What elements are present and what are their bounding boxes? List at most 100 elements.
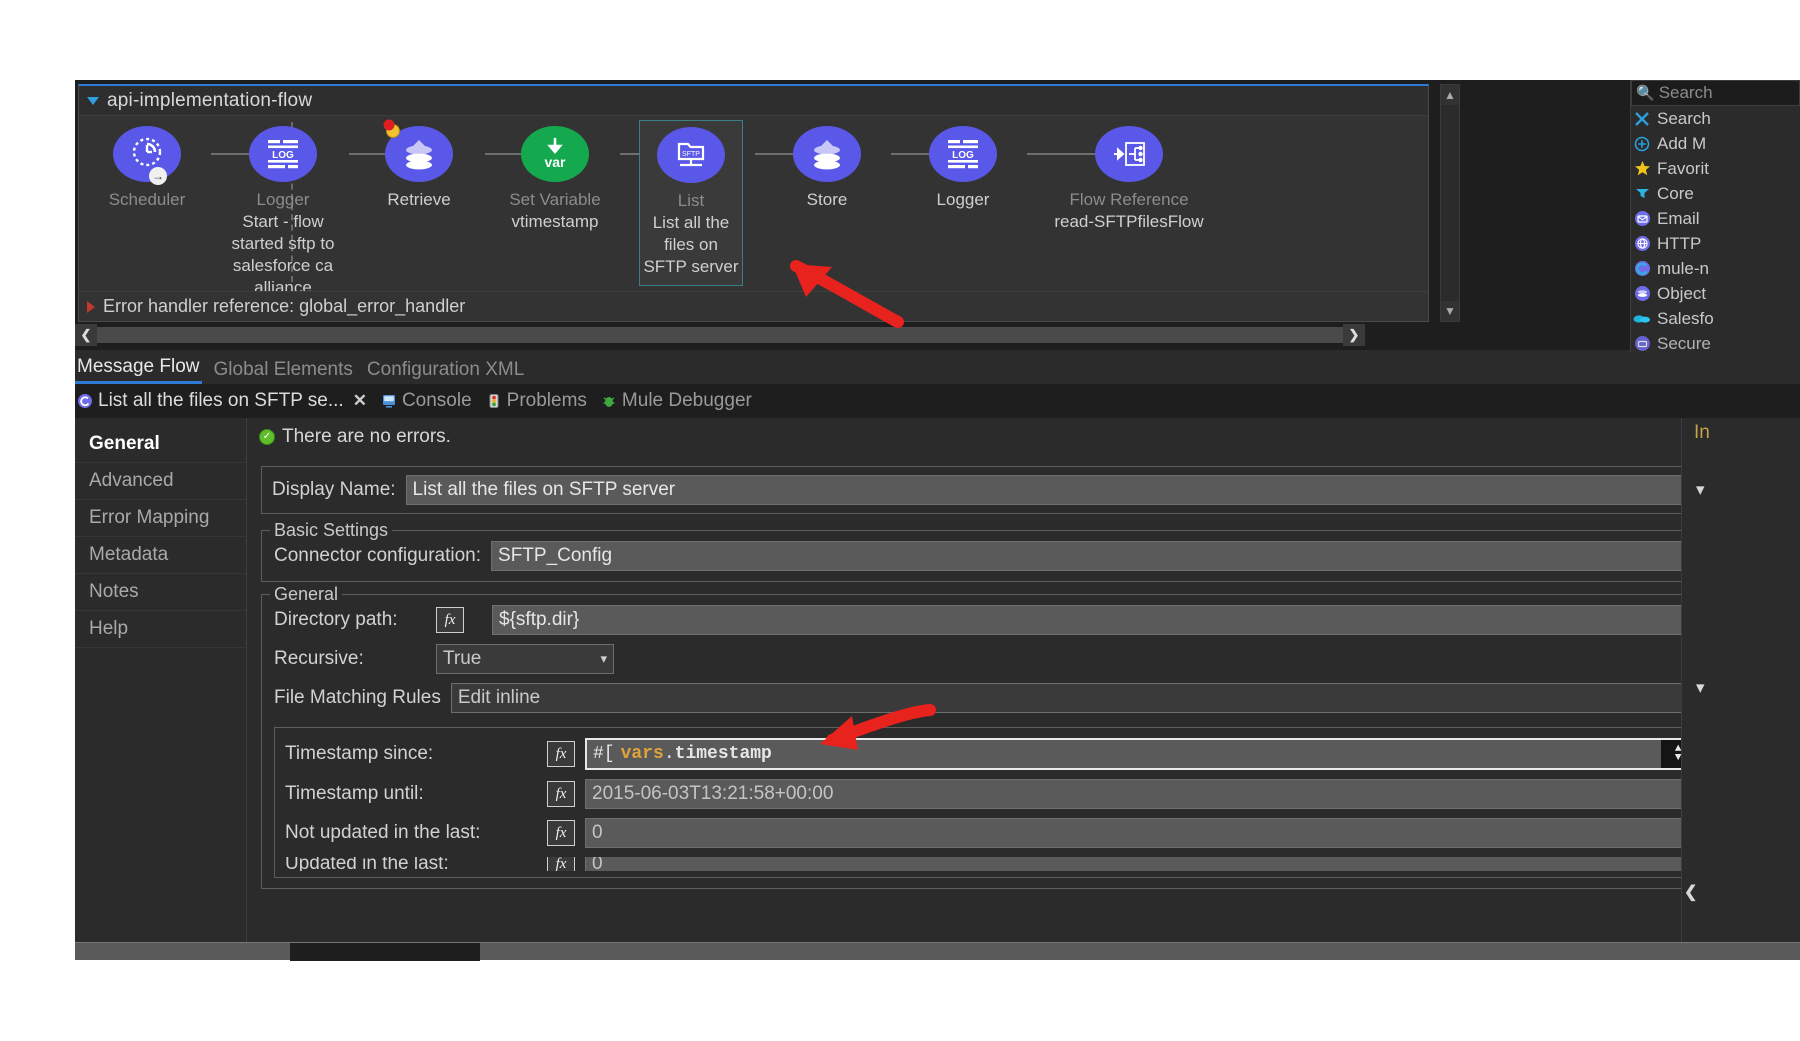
fx-toggle-directory-path[interactable]: fx xyxy=(436,607,464,633)
canvas-horizontal-scrollbar[interactable]: ❮ ❯ xyxy=(75,324,1365,346)
expand-triangle-icon[interactable] xyxy=(87,300,95,313)
fx-toggle-timestamp-since[interactable]: fx xyxy=(547,741,575,767)
palette-item-email[interactable]: Email xyxy=(1631,206,1800,231)
tab-label: Console xyxy=(401,390,472,411)
success-check-icon: ✓ xyxy=(259,429,275,445)
general-group: General Directory path: fx ${sftp.dir} …… xyxy=(261,584,1778,889)
recursive-select[interactable]: True ▾ xyxy=(436,644,614,674)
editor-view-tabs[interactable]: Message Flow Global Elements Configurati… xyxy=(75,352,1800,384)
collapse-metadata-icon[interactable]: ❮ xyxy=(1684,882,1697,902)
palette-item-mule-module[interactable]: mule-n xyxy=(1631,256,1800,281)
flow-node-retrieve[interactable]: Retrieve xyxy=(355,119,483,211)
file-matching-rules-select[interactable]: Edit inline ▾ xyxy=(450,683,1767,713)
node-sublabel: vtimestamp xyxy=(511,212,599,231)
objectstore-retrieve-icon xyxy=(383,119,453,182)
display-name-group: Display Name: List all the files on SFTP… xyxy=(261,466,1778,514)
recursive-label: Recursive: xyxy=(274,648,364,669)
palette-item-search[interactable]: Search xyxy=(1631,106,1800,131)
updated-in-last-input[interactable]: 0 xyxy=(585,857,1718,871)
scroll-up-icon[interactable]: ▲ xyxy=(1441,85,1459,105)
email-icon xyxy=(1633,210,1651,228)
message-flow-canvas[interactable]: api-implementation-flow → Scheduler LOG … xyxy=(75,80,1650,350)
palette-item-add-module[interactable]: Add M xyxy=(1631,131,1800,156)
canvas-vertical-scrollbar[interactable]: ▲ ▼ xyxy=(1440,84,1460,322)
secure-properties-icon xyxy=(1633,335,1651,353)
favorites-star-icon xyxy=(1633,160,1651,178)
node-label: Store xyxy=(806,190,848,209)
scroll-thumb[interactable] xyxy=(1441,105,1459,225)
fx-toggle-not-updated[interactable]: fx xyxy=(547,820,575,846)
scroll-left-icon[interactable]: ❮ xyxy=(75,324,97,346)
flow-header[interactable]: api-implementation-flow xyxy=(79,86,1428,116)
nav-item-error-mapping[interactable]: Error Mapping xyxy=(75,500,246,537)
recursive-row: Recursive: True ▾ xyxy=(274,644,1767,674)
tab-mule-debugger[interactable]: Mule Debugger xyxy=(601,390,752,412)
fx-toggle-timestamp-until[interactable]: fx xyxy=(547,781,575,807)
flow-node-logger-end[interactable]: LOG Logger xyxy=(899,126,1027,211)
palette-item-http[interactable]: HTTP xyxy=(1631,231,1800,256)
tab-message-flow[interactable]: Message Flow xyxy=(75,356,202,384)
svg-text:LOG: LOG xyxy=(272,150,294,161)
status-bar-strip xyxy=(75,942,1800,961)
nav-item-help[interactable]: Help xyxy=(75,611,246,648)
flow-node-flow-reference[interactable]: Flow Reference read-SFTPfilesFlow xyxy=(1054,126,1204,233)
file-matching-rules-row: File Matching Rules Edit inline ▾ xyxy=(274,683,1767,713)
validation-status-text: There are no errors. xyxy=(282,426,451,447)
tab-list-all-files-properties[interactable]: List all the files on SFTP se... ✕ xyxy=(77,390,367,412)
scroll-down-icon[interactable]: ▼ xyxy=(1441,301,1459,321)
properties-nav-list[interactable]: General Advanced Error Mapping Metadata … xyxy=(75,418,247,960)
console-icon xyxy=(381,393,397,409)
flow-node-scheduler[interactable]: → Scheduler xyxy=(83,126,211,211)
palette-item-object-store[interactable]: Object xyxy=(1631,281,1800,306)
tab-label: Problems xyxy=(506,390,587,411)
fx-toggle-updated[interactable]: fx xyxy=(547,857,575,871)
chevron-down-icon[interactable]: ▾ xyxy=(600,651,607,667)
mule-debugger-icon xyxy=(601,393,617,409)
chevron-down-icon[interactable]: ▾ xyxy=(1696,480,1705,500)
close-icon[interactable]: ✕ xyxy=(353,391,367,411)
palette-item-label: Core xyxy=(1657,183,1694,203)
connector-config-select[interactable]: SFTP_Config ▾ xyxy=(491,541,1713,571)
flow-node-list-sftp[interactable]: SFTP List List all the files on SFTP ser… xyxy=(639,120,743,286)
tab-console[interactable]: Console xyxy=(381,390,472,412)
mule-palette[interactable]: 🔍 Search Search Add M Favorit Core Email… xyxy=(1630,80,1800,380)
search-icon: 🔍 xyxy=(1636,85,1655,102)
nav-item-notes[interactable]: Notes xyxy=(75,574,246,611)
palette-item-label: HTTP xyxy=(1657,233,1702,253)
palette-item-salesforce[interactable]: Salesfo xyxy=(1631,306,1800,331)
scroll-thumb-horizontal[interactable] xyxy=(97,327,1343,343)
basic-settings-legend: Basic Settings xyxy=(270,520,393,541)
mule-module-icon xyxy=(1633,260,1651,278)
flow-node-logger-start[interactable]: LOG Logger Start - flow started sftp to … xyxy=(219,126,347,291)
node-sublabel: List all the files on SFTP server xyxy=(643,213,739,276)
collapse-triangle-icon[interactable] xyxy=(87,96,99,105)
nav-item-general[interactable]: General xyxy=(75,426,246,463)
palette-item-favorites[interactable]: Favorit xyxy=(1631,156,1800,181)
tab-global-elements[interactable]: Global Elements xyxy=(212,359,355,384)
not-updated-in-last-input[interactable]: 0 xyxy=(585,818,1718,848)
scroll-right-icon[interactable]: ❯ xyxy=(1343,324,1365,346)
directory-path-input[interactable]: ${sftp.dir} xyxy=(492,605,1731,635)
palette-item-core[interactable]: Core xyxy=(1631,181,1800,206)
search-close-icon xyxy=(1633,110,1651,128)
nav-item-metadata[interactable]: Metadata xyxy=(75,537,246,574)
error-handler-label: Error handler reference: global_error_ha… xyxy=(103,296,466,316)
bottom-view-tabs[interactable]: List all the files on SFTP se... ✕ Conso… xyxy=(75,384,1800,418)
tab-configuration-xml[interactable]: Configuration XML xyxy=(365,359,526,384)
palette-search-box[interactable]: 🔍 Search xyxy=(1631,80,1800,106)
palette-item-label: Object xyxy=(1657,283,1707,303)
timestamp-since-input[interactable]: #[ vars . timestamp ▲ ▼ ] xyxy=(585,738,1718,770)
tab-problems[interactable]: Problems xyxy=(486,390,587,412)
flow-node-store[interactable]: Store xyxy=(763,126,891,211)
general-legend: General xyxy=(270,584,343,605)
nav-item-advanced[interactable]: Advanced xyxy=(75,463,246,500)
flow-node-set-variable[interactable]: var Set Variable vtimestamp xyxy=(491,126,619,233)
flow-container[interactable]: api-implementation-flow → Scheduler LOG … xyxy=(78,84,1429,322)
connector-config-label: Connector configuration: xyxy=(274,545,482,566)
timestamp-until-input[interactable]: 2015-06-03T13:21:58+00:00 xyxy=(585,779,1718,809)
flow-reference-icon xyxy=(1095,126,1163,182)
display-name-input[interactable]: List all the files on SFTP server xyxy=(405,475,1767,505)
sftp-list-icon: SFTP xyxy=(657,127,725,183)
chevron-down-icon[interactable]: ▾ xyxy=(1696,678,1705,698)
error-handler-reference[interactable]: Error handler reference: global_error_ha… xyxy=(79,291,1428,321)
